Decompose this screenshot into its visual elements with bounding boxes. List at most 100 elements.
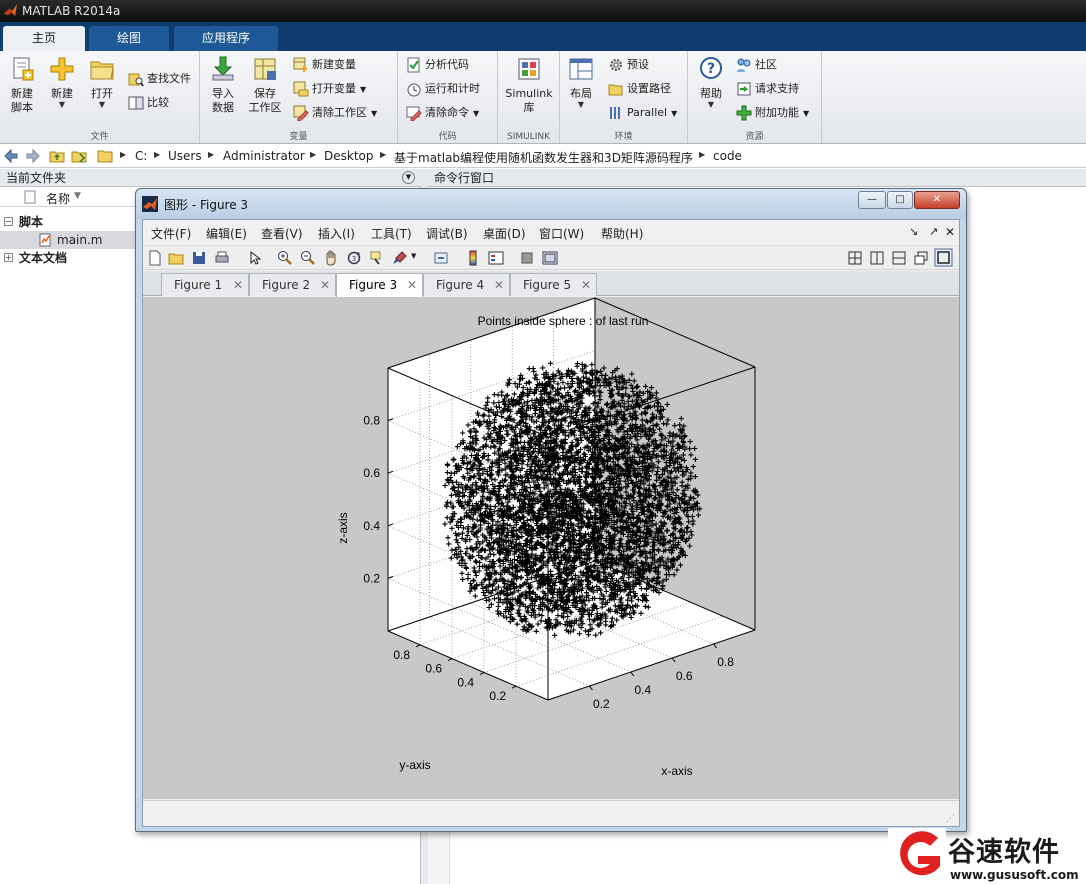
pan-hand-icon[interactable] (323, 250, 339, 266)
open-variable-button[interactable]: 打开变量 ▼ (293, 79, 366, 99)
scatter3-plot[interactable]: 0.2 0.2 0.2 0.4 0.4 0.4 0.6 0.6 0.6 0.8 0.8 0.8 Poi… (143, 297, 959, 799)
clear-commands-button[interactable]: 清除命令 ▼ (406, 103, 479, 123)
crumb-desktop[interactable]: Desktop (324, 149, 374, 163)
menu-view[interactable]: 查看(V) (261, 225, 303, 242)
collapse-icon[interactable]: − (4, 217, 13, 226)
hide-plot-tools-icon[interactable] (519, 250, 535, 266)
float-icon[interactable] (913, 250, 929, 266)
browse-folder-icon[interactable] (71, 148, 87, 164)
chart-title: Points inside sphere : of last run (478, 314, 649, 328)
help-dropdown-icon: ▼ (707, 100, 715, 109)
run-and-time-button[interactable]: 运行和计时 (406, 79, 480, 99)
zoom-out-icon[interactable] (300, 250, 316, 266)
brush-icon[interactable] (392, 250, 408, 266)
new-figure-icon[interactable] (147, 250, 163, 266)
open-variable-dropdown-icon[interactable]: ▼ (360, 85, 366, 94)
back-arrow-icon[interactable] (3, 148, 19, 164)
analyze-code-button[interactable]: 分析代码 (406, 55, 469, 75)
tab-home[interactable]: 主页 (3, 26, 85, 51)
new-variable-button[interactable]: 新建变量 (293, 55, 356, 75)
colorbar-icon[interactable] (465, 250, 481, 266)
zoom-in-icon[interactable] (277, 250, 293, 266)
menu-desktop[interactable]: 桌面(D) (483, 225, 526, 242)
close-menu-icon[interactable]: ✕ (945, 225, 955, 239)
request-support-button[interactable]: 请求支持 (736, 79, 799, 99)
tab-figure-4[interactable]: Figure 4 ✕ (423, 273, 510, 296)
menu-window[interactable]: 窗口(W) (539, 225, 584, 242)
open-file-icon[interactable] (168, 250, 184, 266)
parallel-button[interactable]: Parallel ▼ (608, 103, 677, 123)
maximize-button[interactable]: □ (887, 191, 913, 209)
figure-titlebar[interactable]: 图形 - Figure 3 — □ ✕ (136, 189, 966, 219)
simulink-library-button[interactable]: Simulink 库 (504, 55, 554, 115)
close-tab-icon[interactable]: ✕ (233, 274, 243, 296)
menu-edit[interactable]: 编辑(E) (206, 225, 247, 242)
show-plot-tools-icon[interactable] (542, 250, 558, 266)
tab-figure-1[interactable]: Figure 1 ✕ (161, 273, 249, 296)
menu-debug[interactable]: 调试(B) (426, 225, 468, 242)
tab-figure-2[interactable]: Figure 2 ✕ (249, 273, 336, 296)
tab-plots[interactable]: 绘图 (89, 26, 169, 51)
z-tick-label: 0.8 (363, 414, 380, 428)
compare-button[interactable]: 比较 (128, 93, 169, 113)
new-script-button[interactable]: 新建 脚本 (4, 55, 40, 115)
add-ons-dropdown-icon[interactable]: ▼ (803, 109, 809, 118)
clear-workspace-button[interactable]: 清除工作区 ▼ (293, 103, 377, 123)
crumb-code[interactable]: code (713, 149, 742, 163)
import-data-button[interactable]: 导入 数据 (206, 55, 240, 115)
tab-figure-5[interactable]: Figure 5 ✕ (510, 273, 597, 296)
plot-area[interactable]: 0.2 0.2 0.2 0.4 0.4 0.4 0.6 0.6 0.6 0.8 0.8 0.8 Poi… (143, 297, 959, 799)
minimize-button[interactable]: — (858, 191, 886, 209)
find-files-button[interactable]: 查找文件 (128, 69, 191, 89)
clear-commands-dropdown-icon[interactable]: ▼ (473, 109, 479, 118)
close-tab-icon[interactable]: ✕ (494, 274, 504, 296)
up-folder-icon[interactable] (49, 148, 65, 164)
crumb-project[interactable]: 基于matlab编程使用随机函数发生器和3D矩阵源码程序 (394, 149, 693, 166)
rotate-3d-icon[interactable]: 3 (346, 250, 362, 266)
menu-file[interactable]: 文件(F) (151, 225, 191, 242)
tile-top-bottom-icon[interactable] (891, 250, 907, 266)
layout-dropdown-icon: ▼ (577, 100, 585, 109)
save-icon[interactable] (191, 250, 207, 266)
add-ons-button[interactable]: 附加功能 ▼ (736, 103, 809, 123)
crumb-administrator[interactable]: Administrator (223, 149, 305, 163)
layout-button[interactable]: 布局 ▼ (566, 55, 596, 109)
menu-help[interactable]: 帮助(H) (601, 225, 643, 242)
panel-menu-icon[interactable]: ▼ (402, 171, 415, 184)
link-plot-icon[interactable] (433, 250, 449, 266)
preferences-button[interactable]: 预设 (608, 55, 649, 75)
tab-apps[interactable]: 应用程序 (174, 26, 278, 51)
undock-icon[interactable]: ↗ (929, 225, 938, 238)
forward-arrow-icon[interactable] (25, 148, 41, 164)
parallel-dropdown-icon[interactable]: ▼ (671, 109, 677, 118)
data-cursor-icon[interactable] (369, 250, 385, 266)
close-tab-icon[interactable]: ✕ (407, 274, 417, 296)
brush-dropdown-icon[interactable]: ▼ (411, 252, 416, 260)
legend-icon[interactable] (488, 250, 504, 266)
close-tab-icon[interactable]: ✕ (581, 274, 591, 296)
tile-left-right-icon[interactable] (869, 250, 885, 266)
crumb-drive[interactable]: C: (135, 149, 147, 163)
save-workspace-button[interactable]: 保存 工作区 (246, 55, 284, 115)
new-button[interactable]: 新建 ▼ (46, 55, 78, 109)
expand-icon[interactable]: + (4, 253, 13, 262)
tab-figure-3[interactable]: Figure 3 ✕ (336, 273, 423, 297)
close-tab-icon[interactable]: ✕ (320, 274, 330, 296)
resize-grip-icon[interactable]: ⋰ (946, 814, 955, 824)
close-button[interactable]: ✕ (914, 191, 960, 209)
print-icon[interactable] (214, 250, 230, 266)
set-path-button[interactable]: 设置路径 (608, 79, 671, 99)
tile-grid-icon[interactable] (847, 250, 863, 266)
clear-workspace-dropdown-icon[interactable]: ▼ (371, 109, 377, 118)
maximize-document-icon[interactable] (934, 248, 953, 267)
dock-icon[interactable]: ↘ (909, 225, 918, 238)
preferences-label: 预设 (627, 58, 649, 71)
pointer-icon[interactable] (247, 250, 263, 266)
crumb-users[interactable]: Users (168, 149, 202, 163)
z-axis-label: z-axis (336, 512, 350, 543)
menu-insert[interactable]: 插入(I) (318, 225, 355, 242)
community-button[interactable]: 社区 (736, 55, 777, 75)
open-button[interactable]: 打开 ▼ (86, 55, 118, 109)
help-button[interactable]: ? 帮助 ▼ (694, 55, 728, 109)
menu-tools[interactable]: 工具(T) (371, 225, 412, 242)
